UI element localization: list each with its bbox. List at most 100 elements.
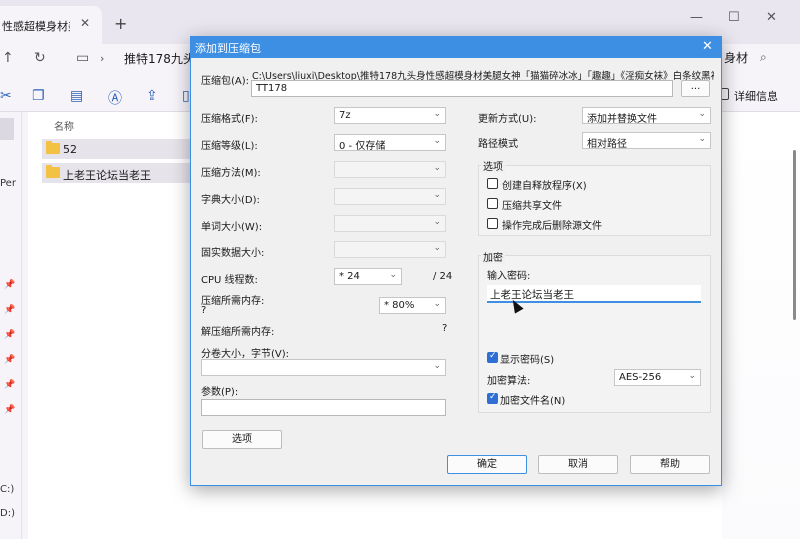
search-icon[interactable]: ⌕	[760, 50, 767, 65]
copy-icon[interactable]: ❐	[32, 88, 45, 104]
details-pane	[722, 112, 800, 539]
cpu-threads-label: CPU 线程数:	[201, 275, 258, 286]
minimize-icon[interactable]: —	[690, 10, 703, 25]
options-button-label: 选项	[232, 434, 252, 445]
pin-icon: 📌	[4, 330, 16, 340]
rename-icon[interactable]: Ⓐ	[108, 88, 122, 108]
search-input[interactable]: 身材	[724, 49, 748, 66]
archive-label: 压缩包(A):	[201, 76, 250, 87]
tab-title: 性感超模身材美l	[2, 20, 70, 33]
pin-icon: 📌	[4, 355, 16, 365]
delete-source-label: 操作完成后删除源文件	[502, 221, 602, 232]
decompress-memory-value: ?	[442, 323, 448, 334]
shared-files-label: 压缩共享文件	[502, 201, 562, 212]
memory-percent-value: * 80%	[384, 300, 415, 311]
update-mode-label: 更新方式(U):	[478, 114, 537, 125]
close-window-icon[interactable]: ✕	[766, 10, 777, 25]
help-button[interactable]: 帮助	[630, 455, 710, 474]
chevron-down-icon: ⌄	[433, 299, 441, 309]
encryption-method-select[interactable]: AES-256 ⌄	[614, 369, 701, 386]
file-name: 上老王论坛当老王	[63, 169, 151, 182]
delete-source-checkbox[interactable]	[487, 218, 498, 229]
dialog-close-icon[interactable]: ✕	[702, 39, 713, 54]
compress-memory-value: ?	[201, 305, 207, 316]
method-label: 压缩方法(M):	[201, 168, 261, 179]
chevron-down-icon: ⌄	[433, 136, 441, 146]
share-icon[interactable]: ⇪	[146, 88, 158, 104]
drive-c-label[interactable]: C:)	[0, 484, 14, 495]
level-label: 压缩等级(L):	[201, 141, 258, 152]
update-mode-value: 添加并替换文件	[587, 114, 657, 125]
params-label: 参数(P):	[201, 387, 239, 398]
params-field[interactable]	[201, 399, 446, 416]
password-label: 输入密码:	[487, 271, 531, 282]
paste-icon[interactable]: ▤	[70, 88, 83, 104]
options-group-title: 选项	[481, 158, 505, 173]
encryption-method-label: 加密算法:	[487, 376, 531, 387]
up-arrow-icon[interactable]: ↑	[2, 50, 14, 66]
scrollbar[interactable]	[793, 150, 796, 320]
refresh-icon[interactable]: ↻	[34, 50, 46, 66]
chevron-down-icon: ⌄	[433, 190, 441, 200]
cancel-label: 取消	[568, 459, 588, 470]
encryption-method-value: AES-256	[619, 372, 662, 383]
cpu-threads-select[interactable]: * 24 ⌄	[334, 268, 402, 285]
archive-name-field[interactable]: TT178	[251, 80, 673, 97]
sfx-checkbox[interactable]	[487, 178, 498, 189]
dict-size-select[interactable]: ⌄	[334, 188, 446, 205]
column-header-name[interactable]: 名称	[54, 118, 74, 133]
nav-selected-item[interactable]	[0, 118, 14, 140]
show-password-checkbox[interactable]	[487, 351, 498, 363]
split-size-label: 分卷大小，字节(V):	[201, 349, 290, 360]
chevron-down-icon: ⌄	[433, 361, 441, 371]
pin-icon: 📌	[4, 280, 16, 290]
explorer-tab[interactable]: 性感超模身材美l ✕	[0, 6, 102, 44]
delete-icon[interactable]: ▯	[182, 88, 190, 104]
close-tab-icon[interactable]: ✕	[80, 16, 90, 30]
breadcrumb[interactable]: 推特178九头	[124, 50, 195, 67]
split-size-select[interactable]: ⌄	[201, 359, 446, 376]
path-mode-label: 路径模式	[478, 139, 518, 150]
level-value: 0 - 仅存储	[339, 141, 386, 152]
details-button[interactable]: 详细信息	[734, 88, 778, 104]
dialog-title-bar: 添加到压缩包 ✕	[191, 37, 721, 58]
file-name: 52	[63, 143, 77, 156]
options-button[interactable]: 选项	[202, 430, 282, 449]
encrypt-names-checkbox[interactable]	[487, 392, 498, 404]
chevron-down-icon: ⌄	[389, 270, 397, 280]
word-size-select[interactable]: ⌄	[334, 215, 446, 232]
cancel-button[interactable]: 取消	[538, 455, 618, 474]
chevron-down-icon: ⌄	[433, 163, 441, 173]
level-select[interactable]: 0 - 仅存储 ⌄	[334, 134, 446, 152]
folder-icon	[46, 165, 60, 178]
list-item[interactable]: 52	[42, 139, 192, 159]
show-password-label: 显示密码(S)	[500, 355, 555, 366]
new-tab-icon[interactable]: +	[114, 14, 127, 33]
dict-size-label: 字典大小(D):	[201, 195, 260, 206]
chevron-down-icon: ⌄	[698, 109, 706, 119]
browse-button[interactable]: ...	[681, 80, 710, 97]
drive-d-label[interactable]: D:)	[0, 508, 15, 519]
memory-percent-select[interactable]: * 80% ⌄	[379, 297, 446, 314]
format-value: 7z	[339, 110, 351, 121]
nav-item-label[interactable]: Per	[0, 178, 16, 189]
compress-memory-label: 压缩所需内存:	[201, 296, 265, 307]
add-to-archive-dialog: 添加到压缩包 ✕ 压缩包(A): C:\Users\liuxi\Desktop\…	[190, 36, 722, 486]
ok-button[interactable]: 确定	[447, 455, 527, 474]
navigation-pane	[0, 112, 22, 539]
chevron-down-icon: ⌄	[698, 134, 706, 144]
solid-size-select[interactable]: ⌄	[334, 241, 446, 258]
method-select[interactable]: ⌄	[334, 161, 446, 178]
list-item[interactable]: 上老王论坛当老王	[42, 163, 192, 183]
shared-files-checkbox[interactable]	[487, 198, 498, 209]
computer-icon[interactable]: ▭	[76, 50, 89, 66]
cut-icon[interactable]: ✂	[0, 88, 12, 104]
maximize-icon[interactable]: ☐	[728, 10, 740, 25]
chevron-down-icon: ⌄	[433, 217, 441, 227]
format-select[interactable]: 7z ⌄	[334, 107, 446, 124]
sfx-label: 创建自释放程序(X)	[502, 181, 587, 192]
pin-icon: 📌	[4, 380, 16, 390]
update-mode-select[interactable]: 添加并替换文件 ⌄	[582, 107, 711, 125]
path-mode-select[interactable]: 相对路径 ⌄	[582, 132, 711, 150]
folder-icon	[46, 141, 60, 154]
